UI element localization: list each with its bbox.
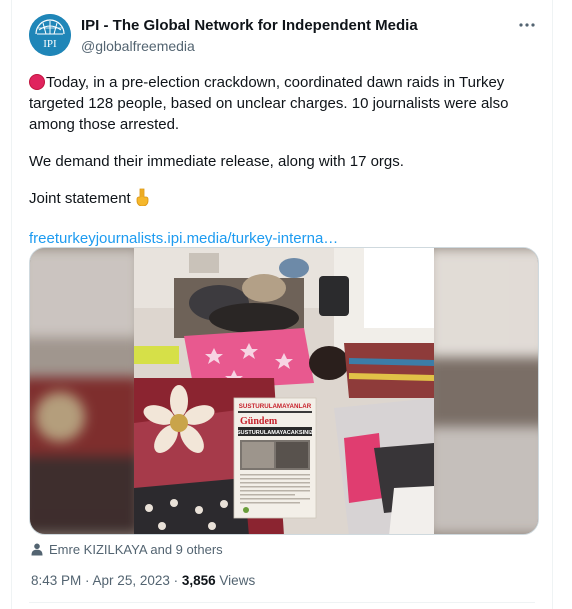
tweet-link-paragraph: freeturkeyjournalists.ipi.media/turkey-i… bbox=[29, 228, 541, 249]
photo-main: SUSTURULAMAYANLAR Gündem SUSTURULAMAYACA… bbox=[134, 248, 434, 534]
photo-blur-right bbox=[428, 248, 538, 534]
tweet-link[interactable]: freeturkeyjournalists.ipi.media/turkey-i… bbox=[29, 230, 338, 247]
svg-text:SUSTURULAMAYANLAR: SUSTURULAMAYANLAR bbox=[239, 403, 312, 410]
avatar[interactable]: IPI bbox=[29, 14, 71, 56]
tagged-users-label: Emre KIZILKAYA and 9 others bbox=[49, 542, 223, 557]
tweet-paragraph-2: We demand their immediate release, along… bbox=[29, 153, 404, 170]
divider bbox=[29, 602, 535, 603]
tweet-time[interactable]: 8:43 PM bbox=[31, 573, 81, 588]
svg-text:SUSTURULAMAYACAKSINIZ: SUSTURULAMAYACAKSINIZ bbox=[237, 430, 314, 436]
views-count: 3,856 bbox=[181, 573, 216, 588]
backhand-point-down-emoji bbox=[135, 188, 151, 212]
author-name[interactable]: IPI - The Global Network for Independent… bbox=[81, 17, 418, 34]
red-circle-emoji bbox=[29, 74, 45, 90]
tweet-text: Today, in a pre-election crackdown, coor… bbox=[29, 72, 541, 265]
tagged-users[interactable]: Emre KIZILKAYA and 9 others bbox=[31, 542, 223, 557]
svg-text:IPI: IPI bbox=[43, 38, 57, 50]
photo-blur-left bbox=[30, 248, 140, 534]
views-label: Views bbox=[219, 573, 256, 588]
author-handle[interactable]: @globalfreemedia bbox=[81, 38, 195, 54]
tweet-meta: 8:43 PM · Apr 25, 2023 · 3,856 Views bbox=[31, 573, 256, 588]
ipi-logo-icon: IPI bbox=[29, 14, 71, 56]
more-button[interactable] bbox=[516, 14, 538, 36]
tweet-card: IPI IPI - The Global Network for Indepen… bbox=[11, 0, 553, 609]
more-dots-icon bbox=[519, 23, 535, 27]
person-icon bbox=[31, 543, 43, 556]
tweet-date[interactable]: Apr 25, 2023 bbox=[93, 573, 170, 588]
tweet-photo[interactable]: SUSTURULAMAYANLAR Gündem SUSTURULAMAYACA… bbox=[29, 247, 539, 535]
svg-text:Gündem: Gündem bbox=[240, 416, 278, 427]
tweet-paragraph-3: Joint statement bbox=[29, 188, 541, 212]
tweet-paragraph-1: Today, in a pre-election crackdown, coor… bbox=[29, 74, 509, 133]
